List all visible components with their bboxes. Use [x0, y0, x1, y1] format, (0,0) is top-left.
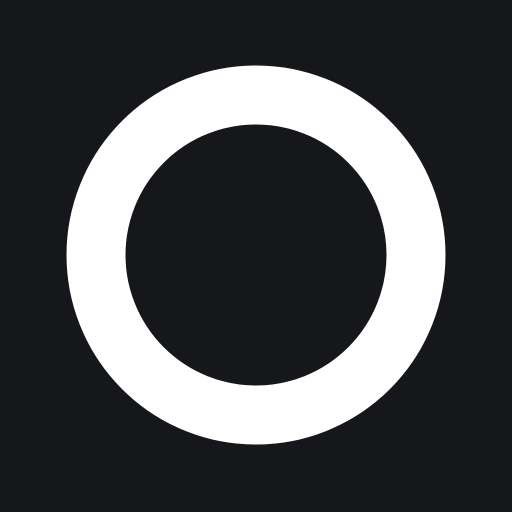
ring-icon-svg — [0, 0, 512, 512]
icon-canvas — [0, 0, 512, 512]
